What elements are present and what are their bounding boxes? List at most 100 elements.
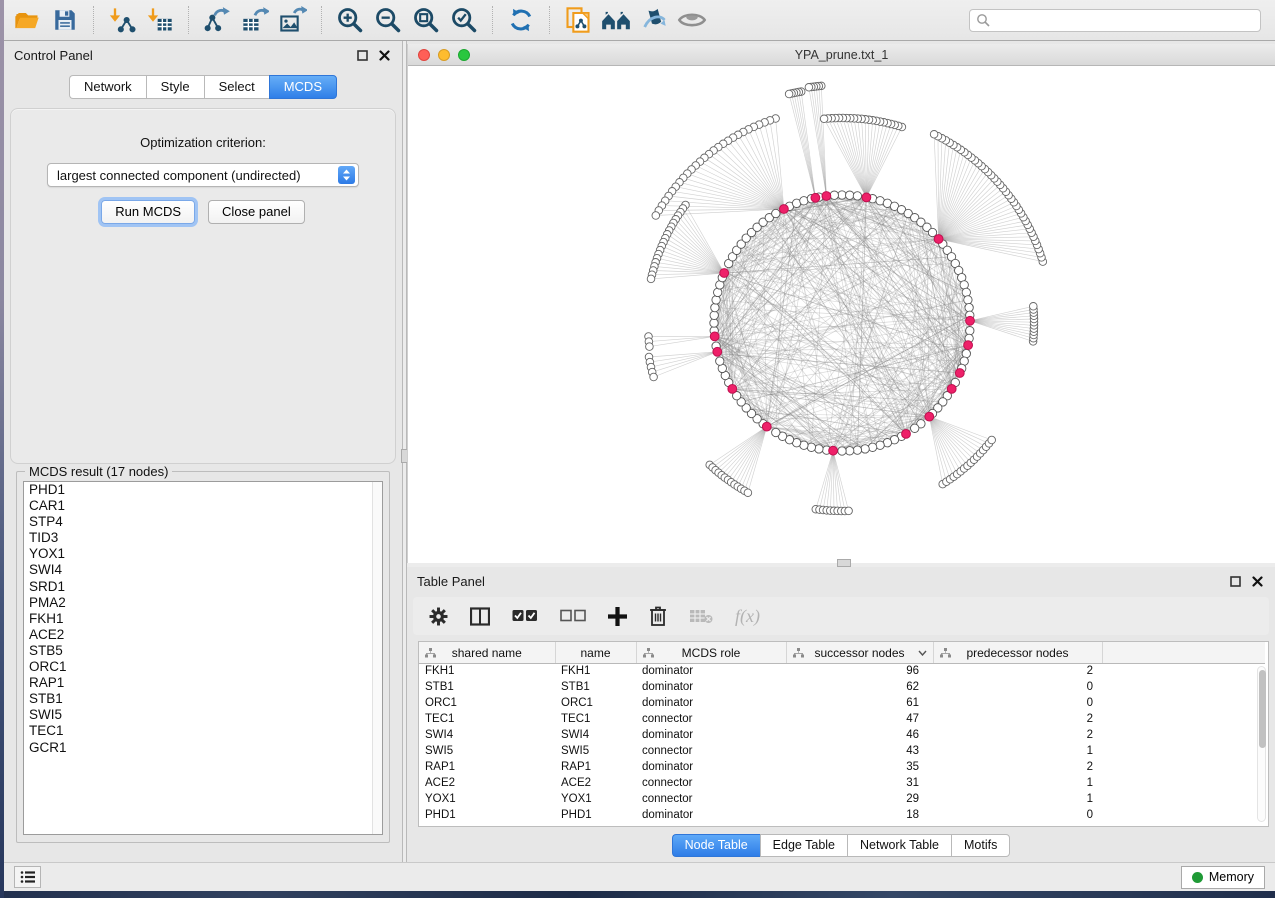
list-scrollbar[interactable] <box>372 482 382 834</box>
cell[interactable]: SWI4 <box>419 727 555 743</box>
cell[interactable]: PHD1 <box>555 807 636 823</box>
cell[interactable]: 43 <box>786 743 933 759</box>
table-row[interactable]: ACE2ACE2connector311 <box>419 775 1265 791</box>
column-header-shared-name[interactable]: shared name <box>419 642 555 663</box>
tab-style[interactable]: Style <box>146 75 204 99</box>
cell[interactable]: SWI4 <box>555 727 636 743</box>
zoom-out-icon[interactable] <box>369 3 407 37</box>
tab-network-table[interactable]: Network Table <box>847 834 951 857</box>
tab-edge-table[interactable]: Edge Table <box>760 834 847 857</box>
neighborhood-houses-icon[interactable] <box>597 3 635 37</box>
cell[interactable]: FKH1 <box>419 663 555 679</box>
cell[interactable]: 62 <box>786 679 933 695</box>
cell[interactable]: 1 <box>933 791 1102 807</box>
cell[interactable]: dominator <box>636 759 786 775</box>
mcds-result-item[interactable]: STP4 <box>24 514 382 530</box>
show-graphics-details-icon[interactable] <box>673 3 711 37</box>
cell[interactable]: SWI5 <box>419 743 555 759</box>
mcds-result-item[interactable]: SRD1 <box>24 579 382 595</box>
mcds-result-item[interactable]: SWI4 <box>24 562 382 578</box>
column-header-name[interactable]: name <box>555 642 636 663</box>
mcds-result-item[interactable]: FKH1 <box>24 611 382 627</box>
hide-graphics-details-icon[interactable] <box>635 3 673 37</box>
float-window-icon[interactable] <box>1227 573 1243 589</box>
mcds-result-item[interactable]: ACE2 <box>24 627 382 643</box>
tab-motifs[interactable]: Motifs <box>951 834 1010 857</box>
cell[interactable]: YOX1 <box>555 791 636 807</box>
cell[interactable]: dominator <box>636 663 786 679</box>
import-network-icon[interactable] <box>103 3 141 37</box>
cell[interactable]: connector <box>636 775 786 791</box>
column-header-predecessor-nodes[interactable]: predecessor nodes <box>933 642 1102 663</box>
cell[interactable]: 96 <box>786 663 933 679</box>
cell[interactable]: dominator <box>636 679 786 695</box>
cell[interactable]: RAP1 <box>419 759 555 775</box>
cell[interactable]: ACE2 <box>555 775 636 791</box>
mcds-result-item[interactable]: TEC1 <box>24 723 382 739</box>
tab-node-table[interactable]: Node Table <box>672 834 760 857</box>
zoom-fit-icon[interactable] <box>407 3 445 37</box>
cell[interactable]: 0 <box>933 807 1102 823</box>
cell[interactable]: 1 <box>933 743 1102 759</box>
cell[interactable]: 29 <box>786 791 933 807</box>
cell[interactable]: 46 <box>786 727 933 743</box>
mcds-result-item[interactable]: SWI5 <box>24 707 382 723</box>
cell[interactable]: 18 <box>786 807 933 823</box>
cell[interactable]: TEC1 <box>555 711 636 727</box>
task-history-button[interactable] <box>14 866 41 888</box>
cell[interactable]: PHD1 <box>419 807 555 823</box>
tab-network[interactable]: Network <box>69 75 146 99</box>
mcds-result-item[interactable]: YOX1 <box>24 546 382 562</box>
mcds-result-item[interactable]: TID3 <box>24 530 382 546</box>
table-row[interactable]: SWI5SWI5connector431 <box>419 743 1265 759</box>
close-panel-button[interactable]: Close panel <box>208 200 305 224</box>
cell[interactable]: FKH1 <box>555 663 636 679</box>
cell[interactable]: 2 <box>933 759 1102 775</box>
cell[interactable]: dominator <box>636 807 786 823</box>
cell[interactable]: STB1 <box>419 679 555 695</box>
cell[interactable]: 47 <box>786 711 933 727</box>
cell[interactable]: SWI5 <box>555 743 636 759</box>
delete-column-icon[interactable] <box>649 606 667 626</box>
mcds-result-item[interactable]: PMA2 <box>24 595 382 611</box>
export-network-icon[interactable] <box>198 3 236 37</box>
cell[interactable]: 0 <box>933 695 1102 711</box>
mcds-result-item[interactable]: STB1 <box>24 691 382 707</box>
table-options-gear-icon[interactable] <box>429 607 448 626</box>
cell[interactable]: 2 <box>933 727 1102 743</box>
cell[interactable]: ORC1 <box>555 695 636 711</box>
cell[interactable]: dominator <box>636 727 786 743</box>
open-file-icon[interactable] <box>8 3 46 37</box>
table-row[interactable]: SWI4SWI4dominator462 <box>419 727 1265 743</box>
cell[interactable]: 0 <box>933 679 1102 695</box>
unselect-all-icon[interactable] <box>560 609 586 623</box>
select-all-checks-icon[interactable] <box>512 609 538 623</box>
search-box[interactable] <box>969 9 1261 32</box>
cell[interactable]: connector <box>636 743 786 759</box>
table-row[interactable]: ORC1ORC1dominator610 <box>419 695 1265 711</box>
run-mcds-button[interactable]: Run MCDS <box>101 200 195 224</box>
cell[interactable]: dominator <box>636 695 786 711</box>
show-columns-icon[interactable] <box>470 607 490 626</box>
export-table-icon[interactable] <box>236 3 274 37</box>
table-row[interactable]: FKH1FKH1dominator962 <box>419 663 1265 679</box>
table-scrollbar-thumb[interactable] <box>1259 670 1266 748</box>
table-row[interactable]: RAP1RAP1dominator352 <box>419 759 1265 775</box>
table-row[interactable]: PHD1PHD1dominator180 <box>419 807 1265 823</box>
table-scrollbar[interactable] <box>1257 666 1266 822</box>
cell[interactable]: 2 <box>933 711 1102 727</box>
export-image-icon[interactable] <box>274 3 312 37</box>
cell[interactable]: connector <box>636 711 786 727</box>
criterion-select[interactable]: largest connected component (undirected) <box>47 163 359 187</box>
memory-button[interactable]: Memory <box>1181 866 1265 889</box>
tab-select[interactable]: Select <box>204 75 269 99</box>
mcds-result-item[interactable]: RAP1 <box>24 675 382 691</box>
save-session-icon[interactable] <box>46 3 84 37</box>
mcds-result-item[interactable]: STB5 <box>24 643 382 659</box>
mcds-result-item[interactable]: CAR1 <box>24 498 382 514</box>
cell[interactable]: 35 <box>786 759 933 775</box>
import-table-icon[interactable] <box>141 3 179 37</box>
cell[interactable]: TEC1 <box>419 711 555 727</box>
cell[interactable]: 2 <box>933 663 1102 679</box>
cell[interactable]: ACE2 <box>419 775 555 791</box>
